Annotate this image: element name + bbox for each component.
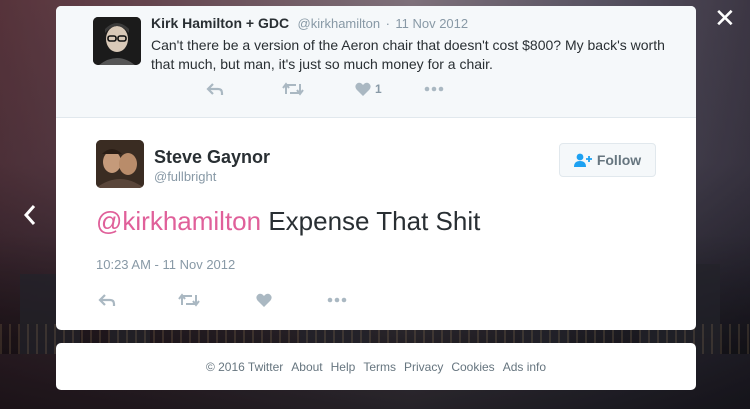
mention-link[interactable]: @kirkhamilton <box>96 206 261 236</box>
like-icon[interactable]: 1 <box>355 82 382 96</box>
main-tweet: Steve Gaynor @fullbright Follow @kirkham… <box>56 118 696 330</box>
author-name[interactable]: Steve Gaynor <box>154 147 270 168</box>
like-count: 1 <box>375 82 382 96</box>
parent-author-name[interactable]: Kirk Hamilton + GDC <box>151 15 289 31</box>
copyright: © 2016 Twitter <box>205 359 284 374</box>
footer-link-help[interactable]: Help <box>331 360 356 374</box>
main-action-bar <box>96 293 347 307</box>
avatar[interactable] <box>93 17 141 65</box>
tweet-modal: Kirk Hamilton + GDC @kirkhamilton · 11 N… <box>56 6 696 330</box>
add-user-icon <box>573 153 592 167</box>
reply-icon[interactable] <box>206 82 224 96</box>
avatar[interactable] <box>96 140 144 188</box>
footer-link-about[interactable]: About <box>291 360 322 374</box>
parent-date[interactable]: 11 Nov 2012 <box>395 16 468 31</box>
tweet-body: Expense That Shit <box>261 206 481 236</box>
more-icon[interactable] <box>424 86 444 92</box>
footer-link-ads-info[interactable]: Ads info <box>503 360 546 374</box>
retweet-icon[interactable] <box>178 293 200 307</box>
like-icon[interactable] <box>256 293 272 307</box>
parent-meta-separator: · <box>385 16 390 31</box>
close-icon[interactable]: ✕ <box>714 5 736 31</box>
footer-link-terms[interactable]: Terms <box>363 360 396 374</box>
parent-action-bar: 1 <box>151 82 444 96</box>
retweet-icon[interactable] <box>282 82 304 96</box>
previous-arrow-icon[interactable] <box>22 203 42 227</box>
follow-button[interactable]: Follow <box>559 143 656 177</box>
parent-author-handle[interactable]: @kirkhamilton <box>298 16 381 31</box>
footer-link-cookies[interactable]: Cookies <box>451 360 494 374</box>
parent-tweet-text: Can't there be a version of the Aeron ch… <box>151 37 665 72</box>
footer-link-privacy[interactable]: Privacy <box>404 360 443 374</box>
site-footer: © 2016 Twitter About Help Terms Privacy … <box>56 343 696 390</box>
follow-label: Follow <box>596 152 642 168</box>
parent-tweet[interactable]: Kirk Hamilton + GDC @kirkhamilton · 11 N… <box>56 6 696 118</box>
more-icon[interactable] <box>327 297 347 303</box>
tweet-timestamp[interactable]: 10:23 AM - 11 Nov 2012 <box>96 257 235 272</box>
author-handle[interactable]: @fullbright <box>154 169 216 184</box>
reply-icon[interactable] <box>98 293 116 307</box>
tweet-text: @kirkhamilton Expense That Shit <box>96 206 480 237</box>
